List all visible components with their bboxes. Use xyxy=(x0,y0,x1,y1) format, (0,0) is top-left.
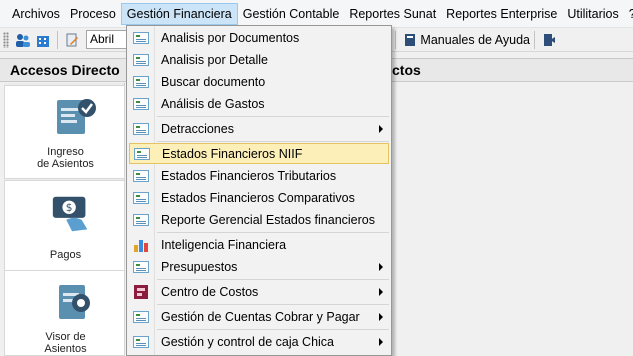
report-icon xyxy=(133,310,149,323)
submenu-arrow-icon xyxy=(379,337,383,346)
report-icon xyxy=(133,53,149,66)
manuals-button[interactable]: Manuales de Ayuda xyxy=(400,30,530,50)
menu-help[interactable]: ? xyxy=(624,3,633,25)
menu-separator xyxy=(157,329,389,330)
report-icon xyxy=(133,97,149,110)
shortcut-ingreso-asientos[interactable]: Ingreso de Asientos xyxy=(4,85,125,179)
menu-item-label: Gestión de Cuentas Cobrar y Pagar xyxy=(161,309,360,324)
menu-item-label: Estados Financieros Tributarios xyxy=(161,168,337,183)
menu-item-detracciones[interactable]: Detracciones xyxy=(129,118,389,139)
menu-separator xyxy=(157,279,389,280)
ledger-icon xyxy=(57,99,96,134)
book-icon xyxy=(405,33,416,46)
menu-separator xyxy=(157,304,389,305)
menu-reportes-enterprise[interactable]: Reportes Enterprise xyxy=(441,3,562,25)
report-icon xyxy=(133,169,149,182)
menu-item-label: Reporte Gerencial Estados financieros xyxy=(161,212,376,227)
menu-item-presupuestos[interactable]: Presupuestos xyxy=(129,256,389,277)
document-search-icon xyxy=(59,285,90,319)
money-hand-icon: $ xyxy=(52,196,88,232)
shortcut-pagos[interactable]: $ Pagos xyxy=(4,180,125,274)
submenu-arrow-icon xyxy=(379,287,383,296)
toolbar-separator xyxy=(57,30,58,49)
pencil-icon[interactable] xyxy=(64,32,80,48)
report-icon xyxy=(133,260,149,273)
menu-archivos[interactable]: Archivos xyxy=(7,3,65,25)
toolbar-separator xyxy=(534,30,535,49)
menu-item-buscar-documento[interactable]: Buscar documento xyxy=(129,71,389,92)
menu-item-label: Gestión y control de caja Chica xyxy=(161,334,335,349)
users-icon[interactable] xyxy=(15,32,31,48)
toolbar-separator xyxy=(395,30,397,49)
menu-item-label: Inteligencia Financiera xyxy=(161,237,287,252)
menu-reportes-sunat[interactable]: Reportes Sunat xyxy=(344,3,441,25)
menu-gestion-contable[interactable]: Gestión Contable xyxy=(238,3,345,25)
menu-separator xyxy=(157,232,389,233)
manuals-label: Manuales de Ayuda xyxy=(420,32,530,47)
menu-item-analisis-detalle[interactable]: Analisis por Detalle xyxy=(129,49,389,70)
menu-item-label: Analisis por Documentos xyxy=(161,30,300,45)
menu-item-caja-chica[interactable]: Gestión y control de caja Chica xyxy=(129,331,389,352)
menu-proceso[interactable]: Proceso xyxy=(65,3,121,25)
report-icon xyxy=(133,75,149,88)
menu-utilitarios[interactable]: Utilitarios xyxy=(562,3,623,25)
menu-separator xyxy=(157,116,389,117)
shortcut-visor-asientos[interactable]: Visor de Asientos xyxy=(4,270,125,356)
menu-item-analisis-documentos[interactable]: Analisis por Documentos xyxy=(129,27,389,48)
menu-item-reporte-gerencial[interactable]: Reporte Gerencial Estados financieros xyxy=(129,209,389,230)
menu-item-label: Presupuestos xyxy=(161,259,238,274)
menu-item-label: Estados Financieros Comparativos xyxy=(161,190,355,205)
shortcut-label: Ingreso de Asientos xyxy=(37,146,94,170)
report-icon xyxy=(133,335,149,348)
submenu-arrow-icon xyxy=(379,262,383,271)
menu-item-label: Analisis por Detalle xyxy=(161,52,268,67)
shortcut-label: Visor de Asientos xyxy=(44,331,87,355)
shortcut-label: Pagos xyxy=(49,249,82,261)
menu-item-estados-comparativos[interactable]: Estados Financieros Comparativos xyxy=(129,187,389,208)
report-icon xyxy=(133,191,149,204)
menu-item-cuentas-cobrar-pagar[interactable]: Gestión de Cuentas Cobrar y Pagar xyxy=(129,306,389,327)
submenu-arrow-icon xyxy=(379,124,383,133)
menu-item-label: Análisis de Gastos xyxy=(161,96,265,111)
gestion-financiera-dropdown: Analisis por Documentos Analisis por Det… xyxy=(126,25,392,356)
menu-item-inteligencia-financiera[interactable]: Inteligencia Financiera xyxy=(129,234,389,255)
menu-item-label: Estados Financieros NIIF xyxy=(162,146,303,161)
report-icon xyxy=(134,147,150,160)
menu-item-analisis-gastos[interactable]: Análisis de Gastos xyxy=(129,93,389,114)
bar-chart-icon xyxy=(134,239,148,252)
exit-icon[interactable] xyxy=(541,32,557,48)
cost-center-icon xyxy=(134,284,148,299)
menu-item-estados-niif[interactable]: Estados Financieros NIIF xyxy=(129,143,389,164)
menu-item-label: Centro de Costos xyxy=(161,284,259,299)
toolbar-grip[interactable] xyxy=(3,31,9,48)
accesos-title-right: ctos xyxy=(392,62,421,78)
menu-item-estados-tributarios[interactable]: Estados Financieros Tributarios xyxy=(129,165,389,186)
accesos-title: Accesos Directo xyxy=(10,62,120,78)
menu-bar: Archivos Proceso Gestión Financiera Gest… xyxy=(0,0,633,28)
menu-item-centro-costos[interactable]: Centro de Costos xyxy=(129,281,389,302)
report-icon xyxy=(133,31,149,44)
svg-text:$: $ xyxy=(66,202,73,214)
submenu-arrow-icon xyxy=(379,312,383,321)
building-icon[interactable] xyxy=(35,32,51,48)
report-icon xyxy=(133,122,149,135)
menu-gestion-financiera[interactable]: Gestión Financiera xyxy=(120,2,238,25)
menu-item-label: Detracciones xyxy=(161,121,234,136)
report-icon xyxy=(133,213,149,226)
menu-separator xyxy=(157,141,389,142)
menu-item-label: Buscar documento xyxy=(161,74,266,89)
